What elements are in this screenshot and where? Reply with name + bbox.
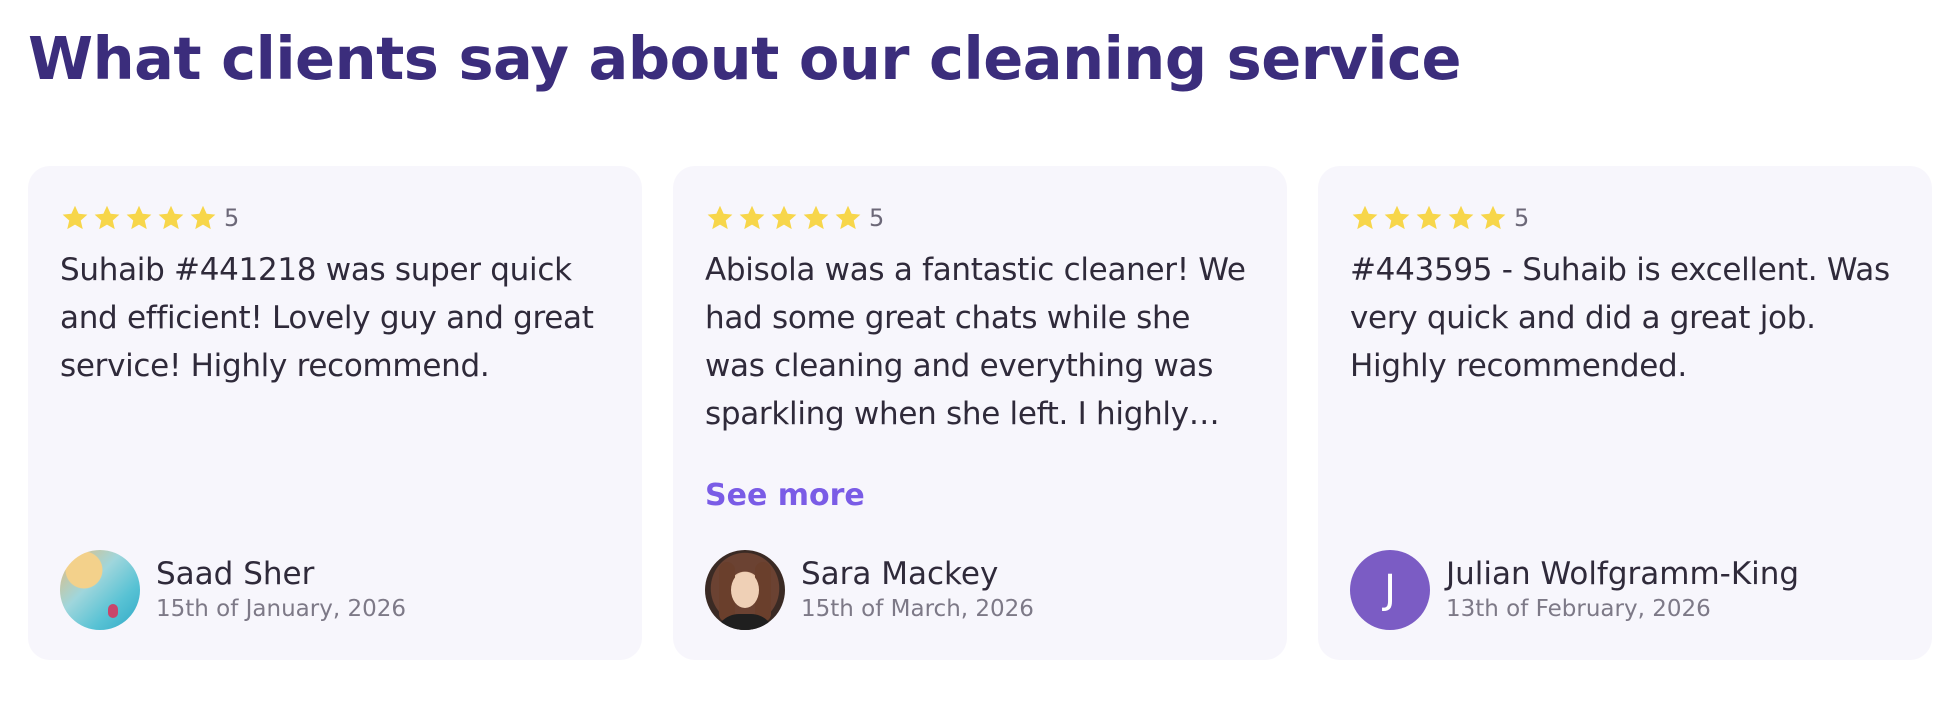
star-icon — [188, 203, 218, 233]
author-info: Sara Mackey 15th of March, 2026 — [801, 555, 1034, 625]
star-icon — [156, 203, 186, 233]
author-info: Saad Sher 15th of January, 2026 — [156, 555, 406, 625]
review-date: 15th of January, 2026 — [156, 596, 407, 622]
star-rating: 5 — [60, 198, 610, 238]
star-icon — [1414, 203, 1444, 233]
author-info: Julian Wolfgramm-King 13th of February, … — [1446, 555, 1799, 625]
star-icon — [705, 203, 735, 233]
avatar — [60, 550, 140, 630]
author-name: Julian Wolfgramm-King — [1446, 556, 1800, 592]
rating-value: 5 — [224, 204, 240, 232]
review-author: J Julian Wolfgramm-King 13th of February… — [1350, 550, 1799, 630]
star-rating: 5 — [1350, 198, 1900, 238]
review-date: 13th of February, 2026 — [1446, 596, 1711, 622]
star-icon — [60, 203, 90, 233]
star-icon — [769, 203, 799, 233]
star-icon — [1446, 203, 1476, 233]
star-icon — [737, 203, 767, 233]
avatar: J — [1350, 550, 1430, 630]
star-rating: 5 — [705, 198, 1255, 238]
author-name: Saad Sher — [156, 556, 315, 592]
review-text: Suhaib #441218 was super quick and effic… — [60, 252, 594, 384]
star-icon — [124, 203, 154, 233]
avatar — [705, 550, 785, 630]
review-cards: 5 Suhaib #441218 was super quick and eff… — [28, 166, 1932, 660]
author-name: Sara Mackey — [801, 556, 999, 592]
rating-value: 5 — [1514, 204, 1530, 232]
beach-photo-detail — [108, 604, 118, 618]
star-icon — [1478, 203, 1508, 233]
review-card: 5 Suhaib #441218 was super quick and eff… — [28, 166, 642, 660]
review-card: 5 #443595 - Suhaib is excellent. Was ver… — [1318, 166, 1932, 660]
review-date: 15th of March, 2026 — [801, 596, 1034, 622]
star-icon — [92, 203, 122, 233]
rating-value: 5 — [869, 204, 885, 232]
see-more-link[interactable]: See more — [705, 478, 865, 513]
review-card: 5 Abisola was a fantastic cleaner! We ha… — [673, 166, 1287, 660]
testimonials-section: What clients say about our cleaning serv… — [0, 0, 1954, 704]
review-author: Saad Sher 15th of January, 2026 — [60, 550, 406, 630]
section-title: What clients say about our cleaning serv… — [28, 24, 1462, 93]
star-icon — [833, 203, 863, 233]
review-text: Abisola was a fantastic cleaner! We had … — [705, 252, 1246, 432]
avatar-face — [731, 572, 759, 608]
star-icon — [801, 203, 831, 233]
review-author: Sara Mackey 15th of March, 2026 — [705, 550, 1034, 630]
review-text: #443595 - Suhaib is excellent. Was very … — [1350, 252, 1890, 384]
star-icon — [1350, 203, 1380, 233]
star-icon — [1382, 203, 1412, 233]
